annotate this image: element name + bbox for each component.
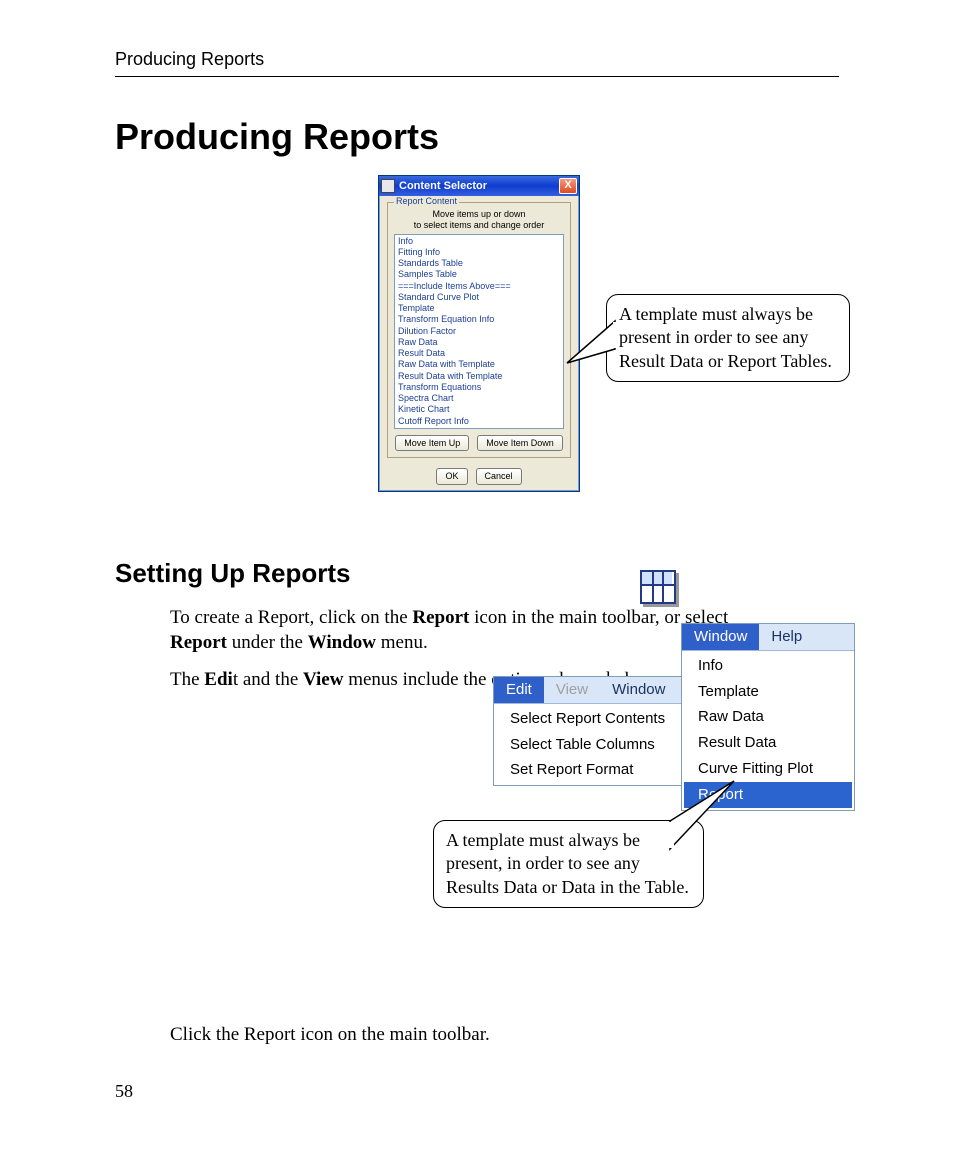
menu-item[interactable]: Info	[684, 653, 852, 679]
list-item[interactable]: Result Data with Template	[395, 371, 563, 382]
edit-menu-dropdown: EditViewWindowHelp Select Report Content…	[493, 676, 700, 786]
list-item[interactable]: Result Data	[395, 348, 563, 359]
list-item[interactable]: Template	[395, 303, 563, 314]
menubar-item[interactable]: Window	[682, 624, 759, 650]
page-number: 58	[115, 1080, 133, 1104]
menu-item[interactable]: Select Report Contents	[496, 706, 697, 732]
app-icon	[381, 179, 395, 193]
callout-text: A template must always be present, in or…	[446, 830, 689, 897]
page-title: Producing Reports	[115, 113, 839, 161]
move-item-up-button[interactable]: Move Item Up	[395, 435, 469, 452]
paragraph-create-report: To create a Report, click on the Report …	[170, 605, 730, 655]
menubar-item[interactable]: Help	[759, 624, 814, 650]
list-item[interactable]: Standards Table	[395, 258, 563, 269]
content-selector-dialog: Content Selector X Report Content Move i…	[378, 175, 580, 492]
menu-bar: EditViewWindowHelp	[494, 677, 699, 704]
running-header: Producing Reports	[115, 48, 839, 77]
callout-template-required-2: A template must always be present, in or…	[433, 820, 704, 908]
menu-item[interactable]: Raw Data	[684, 704, 852, 730]
list-item[interactable]: Info	[395, 236, 563, 247]
dialog-title: Content Selector	[399, 179, 487, 194]
menubar-item[interactable]: Window	[600, 677, 677, 703]
menu-item[interactable]: Curve Fitting Plot	[684, 756, 852, 782]
list-item[interactable]: ===Include Items Above===	[395, 281, 563, 292]
list-item[interactable]: Dilution Factor	[395, 326, 563, 337]
list-item[interactable]: Standard Curve Plot	[395, 292, 563, 303]
list-item[interactable]: Samples Table	[395, 269, 563, 280]
move-item-down-button[interactable]: Move Item Down	[477, 435, 563, 452]
section-heading-setting-up: Setting Up Reports	[115, 556, 839, 590]
menubar-item[interactable]: View	[544, 677, 600, 703]
callout-template-required-1: A template must always be present in ord…	[606, 294, 850, 382]
close-icon[interactable]: X	[559, 178, 577, 194]
group-instructions: Move items up or down to select items an…	[388, 207, 570, 234]
group-legend: Report Content	[394, 196, 459, 208]
ok-button[interactable]: OK	[436, 468, 467, 485]
cancel-button[interactable]: Cancel	[476, 468, 522, 485]
list-item[interactable]: Transform Equation Info	[395, 314, 563, 325]
content-listbox[interactable]: InfoFitting InfoStandards TableSamples T…	[394, 234, 564, 429]
dialog-titlebar[interactable]: Content Selector X	[379, 176, 579, 196]
list-item[interactable]: Transform Equations	[395, 382, 563, 393]
list-item[interactable]: Raw Data	[395, 337, 563, 348]
menu-bar: WindowHelp	[682, 624, 854, 651]
list-item[interactable]: Raw Data with Template	[395, 359, 563, 370]
menu-item[interactable]: Select Table Columns	[496, 732, 697, 758]
report-content-group: Report Content Move items up or down to …	[387, 202, 571, 458]
menu-item[interactable]: Set Report Format	[496, 757, 697, 783]
menubar-item[interactable]: Edit	[494, 677, 544, 703]
paragraph-click-report-icon: Click the Report icon on the main toolba…	[170, 1022, 730, 1047]
menu-list: Select Report ContentsSelect Table Colum…	[494, 704, 699, 785]
callout-text: A template must always be present in ord…	[619, 304, 832, 371]
report-icon[interactable]	[640, 570, 676, 604]
list-item[interactable]: Cutoff Report Info	[395, 416, 563, 427]
list-item[interactable]: Spectra Chart	[395, 393, 563, 404]
menu-item[interactable]: Result Data	[684, 730, 852, 756]
menu-item[interactable]: Template	[684, 679, 852, 705]
list-item[interactable]: Kinetic Chart	[395, 404, 563, 415]
list-item[interactable]: Fitting Info	[395, 247, 563, 258]
